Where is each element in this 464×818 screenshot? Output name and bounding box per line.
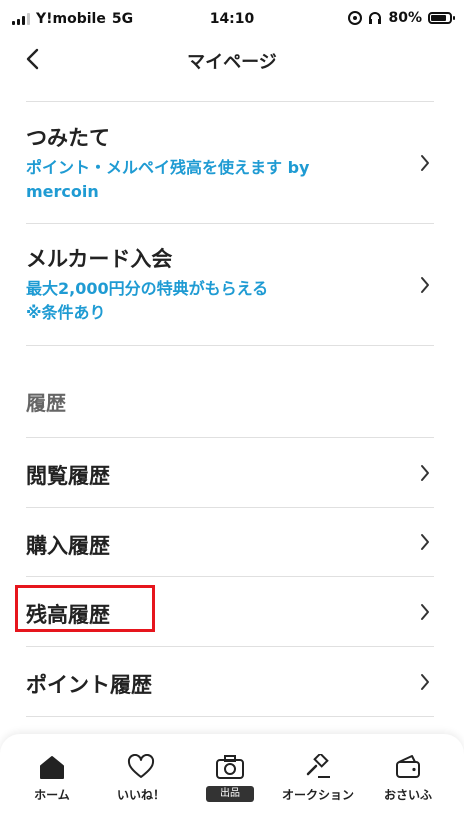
status-right: 80% xyxy=(348,10,455,26)
history-section-header: 履歴 xyxy=(0,346,464,437)
tab-wallet[interactable]: おさいふ xyxy=(362,752,454,803)
heart-icon xyxy=(127,754,155,778)
tab-home-label: ホーム xyxy=(34,788,70,802)
wallet-icon xyxy=(396,755,420,778)
history-item-purchase[interactable]: 購入履歴 xyxy=(0,508,464,576)
status-bar: Y!mobile 5G 14:10 80% xyxy=(0,0,464,40)
chevron-right-icon xyxy=(421,534,429,550)
gavel-icon xyxy=(306,754,330,778)
sell-badge[interactable]: 出品 xyxy=(206,786,254,802)
tab-auction[interactable]: オークション xyxy=(272,752,364,803)
bottom-tab-bar: ホーム いいね！ 出品 オークション おさいふ xyxy=(0,734,464,818)
mercard-title: メルカード入会 xyxy=(26,247,173,271)
history-item-view[interactable]: 閲覧履歴 xyxy=(0,438,464,507)
page-title: マイページ xyxy=(187,52,277,73)
mercard-subtitle-2: ※条件あり xyxy=(26,303,106,322)
chevron-right-icon xyxy=(421,464,429,481)
chevron-right-icon xyxy=(421,603,429,620)
chevron-right-icon xyxy=(421,276,429,293)
tab-wallet-label: おさいふ xyxy=(383,788,432,802)
menu-list: つみたて ポイント・メルペイ残高を使えます by mercoin メルカード入会… xyxy=(0,80,464,717)
nav-bar: マイページ xyxy=(0,40,464,80)
battery-icon xyxy=(428,12,455,24)
history-item-label: ポイント履歴 xyxy=(26,673,152,697)
camera-icon xyxy=(216,755,244,779)
history-item-label: 購入履歴 xyxy=(26,534,110,558)
mercard-subtitle-1: 最大2,000円分の特典がもらえる xyxy=(26,279,269,298)
chevron-right-icon xyxy=(421,154,429,171)
home-icon xyxy=(40,756,64,779)
battery-percent: 80% xyxy=(388,10,422,26)
divider xyxy=(26,716,434,717)
menu-item-mercard[interactable]: メルカード入会 最大2,000円分の特典がもらえる ※条件あり xyxy=(0,224,464,345)
chevron-right-icon xyxy=(421,673,429,690)
tsumitate-title: つみたて xyxy=(26,126,110,150)
history-section-title: 履歴 xyxy=(26,391,66,415)
menu-item-tsumitate[interactable]: つみたて ポイント・メルペイ残高を使えます by mercoin xyxy=(0,102,464,223)
tsumitate-subtitle-2: mercoin xyxy=(26,182,99,201)
history-item-label: 閲覧履歴 xyxy=(26,464,110,488)
history-item-balance[interactable]: 残高履歴 xyxy=(0,577,464,646)
location-icon xyxy=(348,11,363,25)
tab-likes-label: いいね！ xyxy=(116,788,165,802)
history-item-points[interactable]: ポイント履歴 xyxy=(0,647,464,716)
tab-home[interactable]: ホーム xyxy=(6,752,98,803)
tab-auction-label: オークション xyxy=(281,788,354,802)
tab-likes[interactable]: いいね！ xyxy=(95,752,187,803)
history-item-label: 残高履歴 xyxy=(26,603,110,627)
tab-sell[interactable] xyxy=(184,752,276,782)
tsumitate-subtitle-1: ポイント・メルペイ残高を使えます by xyxy=(26,158,310,177)
headphones-icon xyxy=(369,12,382,24)
